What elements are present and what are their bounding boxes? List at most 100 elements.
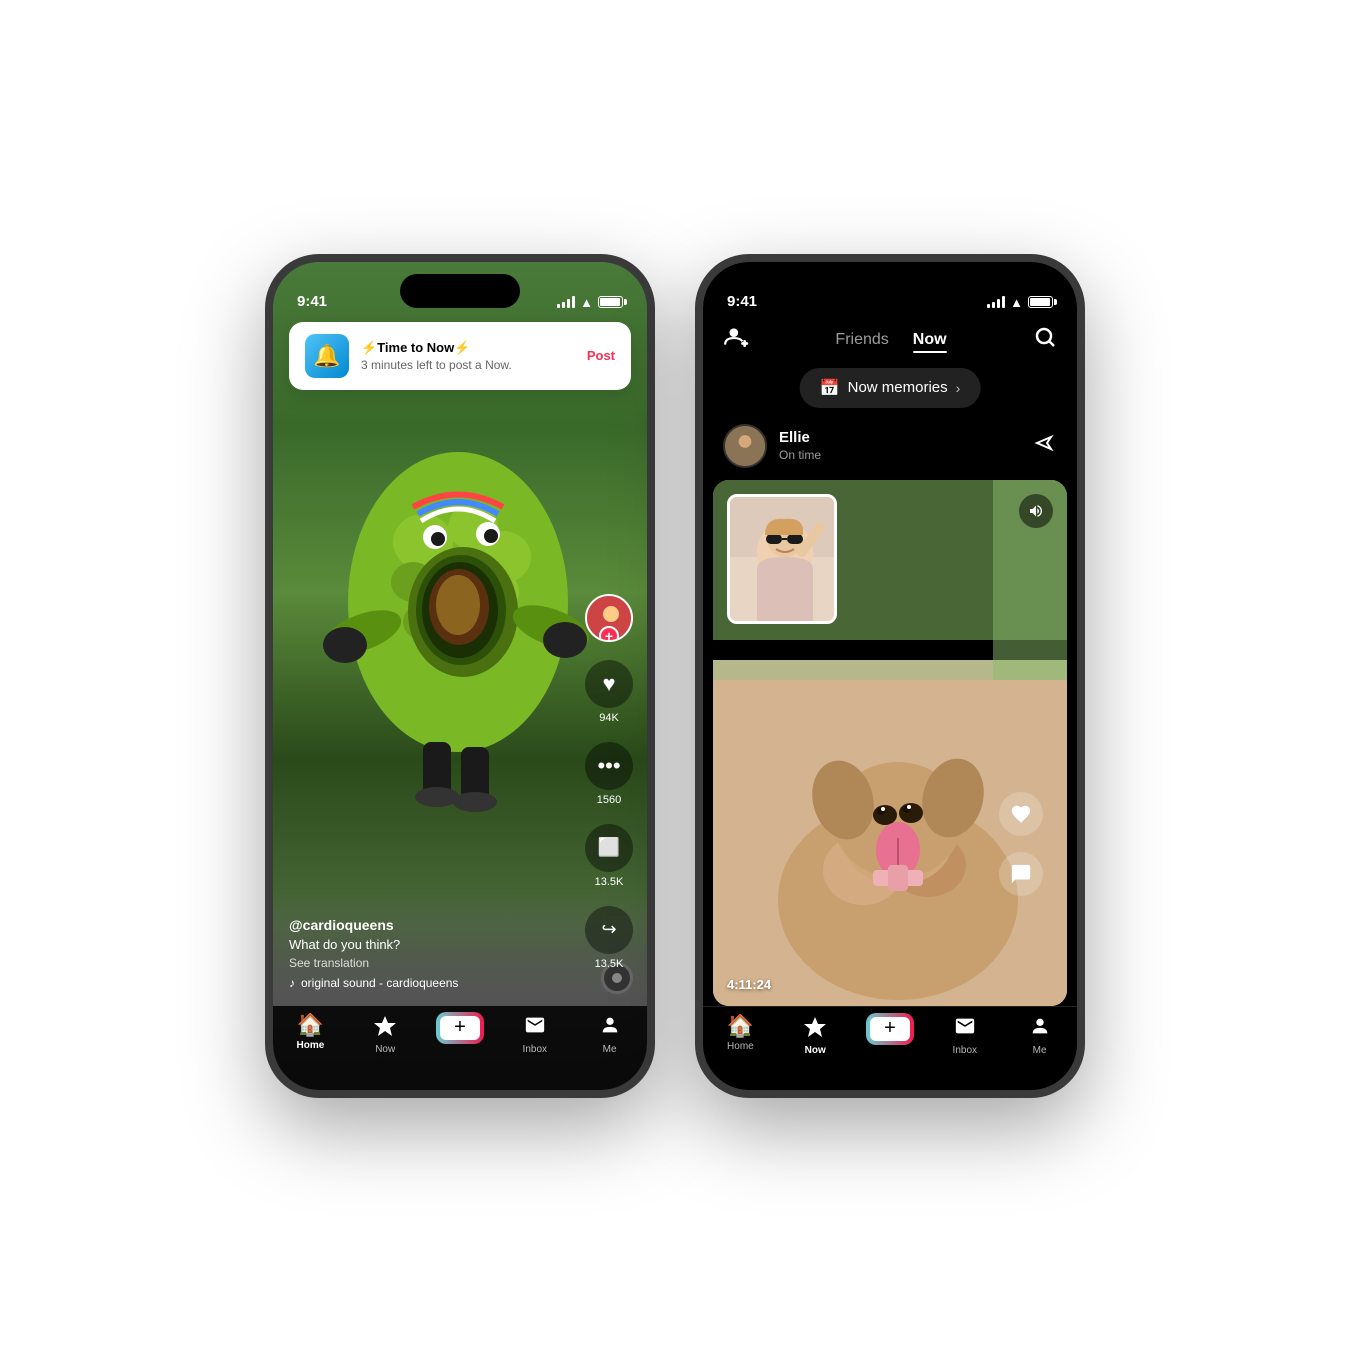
create-plus-icon-right: +: [870, 1017, 910, 1041]
now-like-button[interactable]: [999, 792, 1043, 836]
selfie-thumbnail: [727, 494, 837, 624]
now-user-details: Ellie On time: [779, 429, 821, 462]
avatar-action[interactable]: +: [585, 594, 633, 642]
share-icon: ↪: [585, 906, 633, 954]
tab-friends[interactable]: Friends: [835, 331, 888, 349]
nav-create-left[interactable]: + +: [423, 1014, 498, 1057]
nav-now-left[interactable]: Now: [348, 1014, 423, 1055]
inbox-icon-right: [954, 1015, 976, 1041]
feed-username[interactable]: @cardioqueens: [289, 917, 567, 933]
like-count: 94K: [599, 712, 619, 724]
now-user-info: Ellie On time: [723, 424, 821, 468]
now-label-right: Now: [805, 1045, 826, 1056]
nav-me-right[interactable]: Me: [1002, 1015, 1077, 1056]
phone-screen-right: 9:41 ▲: [703, 262, 1077, 1090]
wifi-icon-left: ▲: [580, 295, 593, 310]
dynamic-island-left: [400, 274, 520, 308]
calendar-icon: 📅: [820, 378, 840, 398]
wifi-icon-right: ▲: [1010, 295, 1023, 310]
now-tabs: Friends Now: [835, 331, 946, 349]
notification-content: ⚡Time to Now⚡ 3 minutes left to post a N…: [361, 340, 575, 372]
inbox-label-right: Inbox: [953, 1045, 977, 1056]
feed-translation-link[interactable]: See translation: [289, 956, 567, 970]
now-content-actions: [999, 792, 1043, 896]
avocado-character-svg: [303, 342, 613, 842]
nav-now-right[interactable]: Now: [778, 1015, 853, 1056]
signal-icon-left: [557, 296, 575, 308]
heart-icon: ♥: [585, 660, 633, 708]
nav-create-right[interactable]: + +: [853, 1015, 928, 1058]
create-plus-icon-left: +: [440, 1016, 480, 1040]
bottom-nav-left: 🏠 Home Now + +: [273, 1006, 647, 1090]
now-timestamp: 4:11:24: [727, 977, 771, 992]
phone-right: 9:41 ▲: [695, 254, 1085, 1098]
status-time-left: 9:41: [297, 293, 327, 310]
notification-icon: 🔔: [305, 334, 349, 378]
sound-icon[interactable]: [1019, 494, 1053, 528]
status-icons-right: ▲: [987, 295, 1053, 310]
now-comment-button[interactable]: [999, 852, 1043, 896]
me-label-left: Me: [603, 1044, 617, 1055]
home-label-right: Home: [727, 1041, 754, 1052]
comment-count: 1560: [597, 794, 621, 806]
bookmark-icon: ⬜: [585, 824, 633, 872]
dynamic-island-right: [830, 274, 950, 308]
now-user-avatar[interactable]: [723, 424, 767, 468]
now-username: Ellie: [779, 429, 821, 446]
bell-icon: 🔔: [313, 343, 340, 369]
feed-sound-info: ♪ original sound - cardioqueens: [289, 976, 567, 990]
phone-screen-left: 9:41 ▲: [273, 262, 647, 1090]
phone-left: 9:41 ▲: [265, 254, 655, 1098]
now-header: Friends Now: [703, 316, 1077, 364]
memories-label: Now memories: [848, 379, 948, 396]
creator-avatar: +: [585, 594, 633, 642]
inbox-label-left: Inbox: [523, 1044, 547, 1055]
comment-icon: •••: [585, 742, 633, 790]
share-action[interactable]: ↪ 13.5K: [585, 906, 633, 970]
nav-home-left[interactable]: 🏠 Home: [273, 1014, 348, 1051]
home-icon-right: 🏠: [727, 1015, 754, 1037]
now-main-photo: [713, 480, 1067, 1006]
share-count: 13.5K: [595, 958, 624, 970]
music-note-icon: ♪: [289, 976, 295, 990]
now-memories-pill[interactable]: 📅 Now memories ›: [800, 368, 981, 408]
add-friend-icon[interactable]: [723, 324, 749, 356]
bookmark-count: 13.5K: [595, 876, 624, 888]
feed-info-panel: @cardioqueens What do you think? See tra…: [289, 917, 567, 990]
now-icon-left: [374, 1014, 396, 1040]
notification-action-button[interactable]: Post: [587, 348, 615, 363]
bookmark-action[interactable]: ⬜ 13.5K: [585, 824, 633, 888]
now-user-row: Ellie On time: [723, 424, 1057, 468]
nav-home-right[interactable]: 🏠 Home: [703, 1015, 778, 1052]
feed-actions-panel: + ♥ 94K ••• 1560 ⬜ 13.5K ↪ 13.5K: [585, 594, 633, 970]
me-label-right: Me: [1033, 1045, 1047, 1056]
now-user-status: On time: [779, 448, 821, 462]
share-button-now[interactable]: [1033, 431, 1057, 461]
create-button-right[interactable]: +: [868, 1015, 912, 1043]
nav-inbox-left[interactable]: Inbox: [497, 1014, 572, 1055]
home-label: Home: [297, 1040, 325, 1051]
inbox-icon-left: [524, 1014, 546, 1040]
comment-action[interactable]: ••• 1560: [585, 742, 633, 806]
nav-me-left[interactable]: Me: [572, 1014, 647, 1055]
notification-banner[interactable]: 🔔 ⚡Time to Now⚡ 3 minutes left to post a…: [289, 322, 631, 390]
like-action[interactable]: ♥ 94K: [585, 660, 633, 724]
follow-plus-icon[interactable]: +: [599, 626, 619, 642]
sound-label: original sound - cardioqueens: [301, 976, 458, 990]
battery-icon-left: [598, 296, 623, 308]
status-time-right: 9:41: [727, 293, 757, 310]
home-icon: 🏠: [297, 1014, 324, 1036]
signal-icon-right: [987, 296, 1005, 308]
profile-icon-left: [599, 1014, 621, 1040]
create-button-left[interactable]: +: [438, 1014, 482, 1042]
nav-inbox-right[interactable]: Inbox: [927, 1015, 1002, 1056]
profile-icon-right: [1029, 1015, 1051, 1041]
battery-icon-right: [1028, 296, 1053, 308]
status-icons-left: ▲: [557, 295, 623, 310]
search-icon-right[interactable]: [1033, 325, 1057, 355]
now-photo-content: 4:11:24: [713, 480, 1067, 1006]
feed-caption: What do you think?: [289, 937, 567, 952]
now-icon-right: [804, 1015, 826, 1041]
chevron-right-icon: ›: [956, 380, 961, 396]
tab-now[interactable]: Now: [913, 331, 947, 349]
